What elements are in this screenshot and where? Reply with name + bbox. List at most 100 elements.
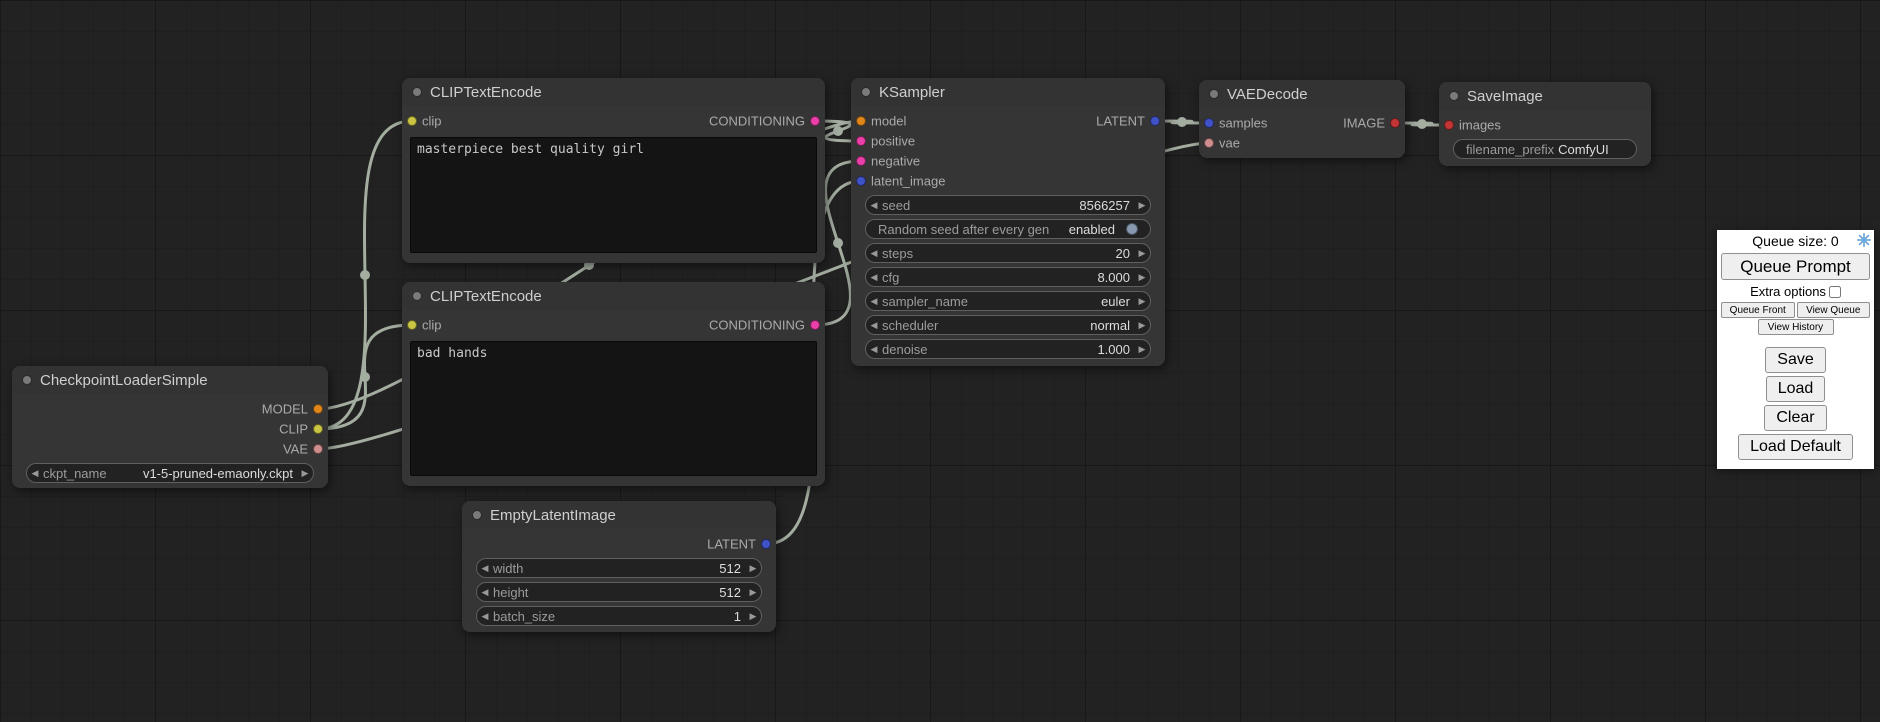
output-port-latent[interactable] [1150,116,1160,126]
increment-arrow-icon[interactable] [1134,292,1150,310]
widget-label: Random seed after every gen [878,222,1049,237]
node-title: EmptyLatentImage [490,507,616,524]
node-title-bar[interactable]: CLIPTextEncode [402,78,825,106]
decrement-arrow-icon[interactable] [866,316,882,334]
slot-area: clip CONDITIONING [402,310,825,335]
view-history-button[interactable]: View History [1758,319,1834,335]
increment-arrow-icon[interactable] [1134,196,1150,214]
widget-label: cfg [882,270,899,285]
node-checkpointloadersimple[interactable]: CheckpointLoaderSimple MODEL CLIP VAE ck… [12,366,328,488]
input-port-model[interactable] [856,116,866,126]
widget-denoise[interactable]: denoise 1.000 [865,339,1151,359]
decrement-arrow-icon[interactable] [866,340,882,358]
increment-arrow-icon[interactable] [745,607,761,625]
widget-width[interactable]: width 512 [476,558,762,578]
output-port-conditioning[interactable] [810,116,820,126]
widget-batch-size[interactable]: batch_size 1 [476,606,762,626]
load-button[interactable]: Load [1766,376,1826,402]
collapse-dot-icon[interactable] [412,291,422,301]
increment-arrow-icon[interactable] [745,583,761,601]
decrement-arrow-icon[interactable] [477,559,493,577]
queue-prompt-button[interactable]: Queue Prompt [1721,253,1870,280]
decrement-arrow-icon[interactable] [477,607,493,625]
node-ksampler[interactable]: KSampler model LATENT positive negative … [851,78,1165,366]
node-title-bar[interactable]: VAEDecode [1199,80,1405,108]
input-label-latent-image: latent_image [871,174,945,189]
widget-seed[interactable]: seed 8566257 [865,195,1151,215]
collapse-dot-icon[interactable] [1449,91,1459,101]
increment-arrow-icon[interactable] [297,464,313,482]
widget-height[interactable]: height 512 [476,582,762,602]
input-port-positive[interactable] [856,136,866,146]
prompt-textarea[interactable]: masterpiece best quality girl [410,137,817,253]
input-port-negative[interactable] [856,156,866,166]
node-title-bar[interactable]: KSampler [851,78,1165,106]
input-label-images: images [1459,118,1501,133]
node-graph-canvas[interactable]: CheckpointLoaderSimple MODEL CLIP VAE ck… [0,0,1880,722]
output-port-latent[interactable] [761,539,771,549]
input-port-vae[interactable] [1204,138,1214,148]
increment-arrow-icon[interactable] [1134,340,1150,358]
decrement-arrow-icon[interactable] [477,583,493,601]
output-label-conditioning: CONDITIONING [709,114,805,129]
view-queue-button[interactable]: View Queue [1797,302,1871,318]
slot-area: MODEL CLIP VAE [12,394,328,459]
collapse-dot-icon[interactable] [412,87,422,97]
decrement-arrow-icon[interactable] [866,292,882,310]
node-title-bar[interactable]: CheckpointLoaderSimple [12,366,328,394]
input-port-images[interactable] [1444,120,1454,130]
slot-area: samples IMAGE vae [1199,108,1405,153]
output-port-model[interactable] [313,404,323,414]
collapse-dot-icon[interactable] [472,510,482,520]
widget-random-seed-toggle[interactable]: Random seed after every gen enabled [865,219,1151,239]
decrement-arrow-icon[interactable] [27,464,43,482]
toggle-on-indicator-icon[interactable] [1126,223,1138,235]
output-label-image: IMAGE [1343,116,1385,131]
output-port-vae[interactable] [313,444,323,454]
output-port-clip[interactable] [313,424,323,434]
collapse-dot-icon[interactable] [22,375,32,385]
decrement-arrow-icon[interactable] [866,196,882,214]
node-title-bar[interactable]: SaveImage [1439,82,1651,110]
settings-gear-icon[interactable] [1857,233,1871,247]
save-button[interactable]: Save [1765,347,1825,373]
queue-front-button[interactable]: Queue Front [1721,302,1795,318]
slot-row: model LATENT [851,111,1165,131]
slot-area: LATENT [462,529,776,554]
widget-cfg[interactable]: cfg 8.000 [865,267,1151,287]
decrement-arrow-icon[interactable] [866,244,882,262]
output-port-conditioning[interactable] [810,320,820,330]
clear-button[interactable]: Clear [1764,405,1826,431]
extra-options-checkbox[interactable] [1829,286,1841,298]
widget-value: 512 [528,585,745,600]
input-port-clip[interactable] [407,116,417,126]
node-emptylatentimage[interactable]: EmptyLatentImage LATENT width 512 height… [462,501,776,632]
node-cliptextencode-negative[interactable]: CLIPTextEncode clip CONDITIONING bad han… [402,282,825,486]
widget-filename-prefix[interactable]: filename_prefix ComfyUI [1453,139,1637,159]
node-title-bar[interactable]: EmptyLatentImage [462,501,776,529]
increment-arrow-icon[interactable] [1134,268,1150,286]
input-port-latent-image[interactable] [856,176,866,186]
node-saveimage[interactable]: SaveImage images filename_prefix ComfyUI [1439,82,1651,166]
node-vaedecode[interactable]: VAEDecode samples IMAGE vae [1199,80,1405,158]
collapse-dot-icon[interactable] [1209,89,1219,99]
load-default-button[interactable]: Load Default [1738,434,1853,460]
slot-row: clip CONDITIONING [402,111,825,131]
increment-arrow-icon[interactable] [745,559,761,577]
output-port-image[interactable] [1390,118,1400,128]
node-title-bar[interactable]: CLIPTextEncode [402,282,825,310]
widget-label: height [493,585,528,600]
input-port-samples[interactable] [1204,118,1214,128]
extra-options-label: Extra options [1750,284,1826,299]
input-port-clip[interactable] [407,320,417,330]
collapse-dot-icon[interactable] [861,87,871,97]
increment-arrow-icon[interactable] [1134,244,1150,262]
widget-scheduler[interactable]: scheduler normal [865,315,1151,335]
widget-sampler-name[interactable]: sampler_name euler [865,291,1151,311]
decrement-arrow-icon[interactable] [866,268,882,286]
prompt-textarea[interactable]: bad hands [410,341,817,476]
widget-steps[interactable]: steps 20 [865,243,1151,263]
node-cliptextencode-positive[interactable]: CLIPTextEncode clip CONDITIONING masterp… [402,78,825,263]
increment-arrow-icon[interactable] [1134,316,1150,334]
widget-ckpt-name[interactable]: ckpt_name v1-5-pruned-emaonly.ckpt [26,463,314,483]
